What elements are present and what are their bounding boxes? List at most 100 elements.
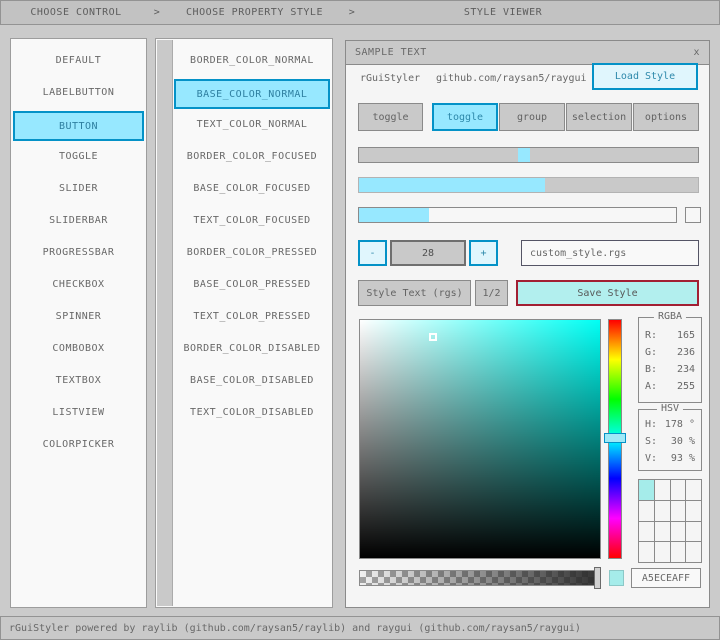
control-list-item[interactable]: CHECKBOX	[13, 271, 144, 297]
swatch-cell[interactable]	[671, 501, 687, 522]
rgba-b-label: B:	[645, 364, 657, 375]
hsv-s-label: S:	[645, 436, 657, 447]
header-choose-control: CHOOSE CONTROL	[30, 7, 121, 18]
rgba-row-g: G: 236	[639, 344, 701, 361]
toggle-group-item-options[interactable]: options	[633, 103, 699, 131]
control-list-item[interactable]: PROGRESSBAR	[13, 239, 144, 265]
rgba-a-value: 255	[677, 381, 695, 392]
toggle-group-item-group[interactable]: group	[499, 103, 565, 131]
swatch-cell[interactable]	[671, 522, 687, 543]
swatch-cell[interactable]	[686, 542, 702, 563]
property-list-item[interactable]: BORDER_COLOR_NORMAL	[174, 47, 330, 73]
control-list-item[interactable]: TOGGLE	[13, 143, 144, 169]
property-list-item[interactable]: TEXT_COLOR_PRESSED	[174, 303, 330, 329]
swatch-cell[interactable]	[686, 501, 702, 522]
hsv-group-box: HSV H: 178 ° S: 30 % V: 93 %	[638, 409, 702, 471]
swatch-cell[interactable]	[686, 480, 702, 501]
swatch-cell[interactable]	[655, 542, 671, 563]
slider-handle[interactable]	[518, 148, 530, 162]
rgba-g-value: 236	[677, 347, 695, 358]
swatch-cell[interactable]	[686, 522, 702, 543]
style-viewer-window: SAMPLE TEXT x rGuiStyler github.com/rays…	[345, 40, 710, 608]
rgba-row-b: B: 234	[639, 361, 701, 378]
hsv-s-value: 30 %	[671, 436, 695, 447]
swatch-cell[interactable]	[655, 501, 671, 522]
control-list-item[interactable]: DEFAULT	[13, 47, 144, 73]
spinner-decrement-button[interactable]: -	[358, 240, 387, 266]
property-list-item[interactable]: TEXT_COLOR_NORMAL	[174, 111, 330, 137]
hex-color-input[interactable]: A5ECEAFF	[631, 568, 701, 588]
control-list-item[interactable]: TEXTBOX	[13, 367, 144, 393]
status-bar: rGuiStyler powered by raylib (github.com…	[0, 616, 720, 640]
hsv-v-value: 93 %	[671, 453, 695, 464]
sample-checkbox[interactable]	[685, 207, 701, 223]
toggle-group-item-selection[interactable]: selection	[566, 103, 632, 131]
property-list-item[interactable]: BORDER_COLOR_PRESSED	[174, 239, 330, 265]
rgba-group-box: RGBA R: 165 G: 236 B: 234 A: 255	[638, 317, 702, 403]
hsv-row-h: H: 178 °	[639, 416, 701, 433]
control-list-item[interactable]: SLIDER	[13, 175, 144, 201]
sv-marker[interactable]	[429, 333, 437, 341]
rgba-r-label: R:	[645, 330, 657, 341]
window-title-bar[interactable]: SAMPLE TEXT x	[346, 41, 709, 65]
repo-link-label[interactable]: github.com/raysan5/raygui	[436, 73, 587, 84]
rgba-group-title: RGBA	[654, 311, 686, 322]
hsv-h-value: 178 °	[665, 419, 695, 430]
alpha-slider-handle[interactable]	[594, 567, 601, 589]
slider-bar-fill	[359, 208, 429, 222]
control-list-item[interactable]: SLIDERBAR	[13, 207, 144, 233]
properties-list-scrollbar[interactable]	[157, 40, 173, 606]
swatch-cell-selected[interactable]	[639, 480, 655, 501]
control-list-item[interactable]: LABELBUTTON	[13, 79, 144, 105]
property-list-item[interactable]: TEXT_COLOR_FOCUSED	[174, 207, 330, 233]
hsv-row-v: V: 93 %	[639, 450, 701, 467]
color-swatch-grid	[638, 479, 702, 563]
page-indicator-button[interactable]: 1/2	[475, 280, 508, 306]
rgba-a-label: A:	[645, 381, 657, 392]
hsv-group-title: HSV	[657, 403, 683, 414]
toggle-group-item-toggle[interactable]: toggle	[432, 103, 498, 131]
hue-slider-handle[interactable]	[604, 433, 626, 443]
spinner-value-box[interactable]: 28	[390, 240, 466, 266]
file-name-input[interactable]: custom_style.rgs	[521, 240, 699, 266]
control-list-item[interactable]: LISTVIEW	[13, 399, 144, 425]
swatch-cell[interactable]	[671, 480, 687, 501]
hsv-v-label: V:	[645, 453, 657, 464]
swatch-cell[interactable]	[639, 501, 655, 522]
spinner-increment-button[interactable]: +	[469, 240, 498, 266]
rgba-row-r: R: 165	[639, 327, 701, 344]
header-style-viewer: STYLE VIEWER	[464, 7, 542, 18]
control-list-item[interactable]: COMBOBOX	[13, 335, 144, 361]
header-bar: CHOOSE CONTROL > CHOOSE PROPERTY STYLE >…	[0, 0, 720, 25]
hsv-h-label: H:	[645, 419, 657, 430]
property-list-item[interactable]: BASE_COLOR_DISABLED	[174, 367, 330, 393]
status-bar-text: rGuiStyler powered by raylib (github.com…	[9, 623, 581, 634]
save-style-button[interactable]: Save Style	[516, 280, 699, 306]
property-list-item[interactable]: BASE_COLOR_PRESSED	[174, 271, 330, 297]
load-style-button[interactable]: Load Style	[592, 63, 698, 90]
style-text-button[interactable]: Style Text (rgs)	[358, 280, 471, 306]
control-list-item[interactable]: COLORPICKER	[13, 431, 144, 457]
property-list-item[interactable]: BASE_COLOR_FOCUSED	[174, 175, 330, 201]
color-picker-sv-square[interactable]	[359, 319, 601, 559]
swatch-cell[interactable]	[671, 542, 687, 563]
sample-slider-bar[interactable]	[358, 207, 677, 223]
properties-list-panel: BORDER_COLOR_NORMAL BASE_COLOR_NORMAL TE…	[155, 38, 333, 608]
property-list-item[interactable]: BORDER_COLOR_FOCUSED	[174, 143, 330, 169]
swatch-cell[interactable]	[639, 522, 655, 543]
sample-slider[interactable]	[358, 147, 699, 163]
property-list-item[interactable]: TEXT_COLOR_DISABLED	[174, 399, 330, 425]
toggle-button[interactable]: toggle	[358, 103, 423, 131]
swatch-cell[interactable]	[655, 480, 671, 501]
control-list-item[interactable]: SPINNER	[13, 303, 144, 329]
swatch-cell[interactable]	[655, 522, 671, 543]
rguistyler-app: CHOOSE CONTROL > CHOOSE PROPERTY STYLE >…	[0, 0, 720, 640]
app-name-label: rGuiStyler	[360, 73, 420, 84]
property-list-item-selected[interactable]: BASE_COLOR_NORMAL	[174, 79, 330, 109]
swatch-cell[interactable]	[639, 542, 655, 563]
close-icon[interactable]: x	[693, 47, 700, 58]
control-list-item-selected[interactable]: BUTTON	[13, 111, 144, 141]
property-list-item[interactable]: BORDER_COLOR_DISABLED	[174, 335, 330, 361]
window-title: SAMPLE TEXT	[355, 47, 427, 58]
alpha-bar[interactable]	[359, 570, 601, 586]
